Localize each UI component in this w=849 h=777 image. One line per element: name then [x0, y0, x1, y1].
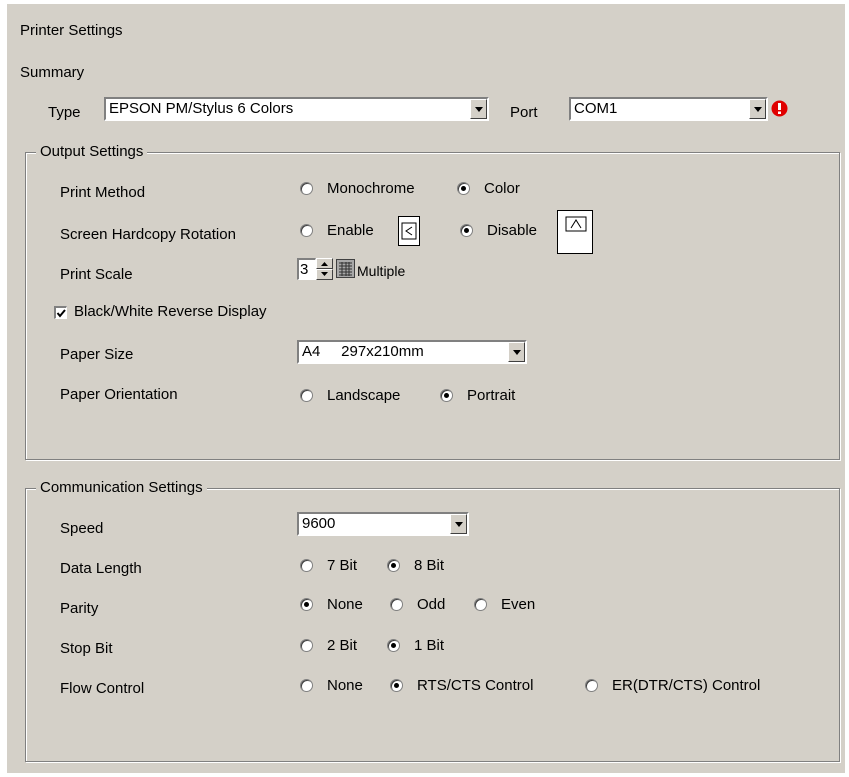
checkmark-icon: [56, 309, 66, 318]
1-bit-label: 1 Bit: [414, 637, 445, 654]
flow-none-label: None: [327, 677, 363, 694]
radio-flow-none[interactable]: [300, 679, 313, 692]
page-title: Printer Settings: [20, 22, 123, 39]
paper-size-dropdown-button[interactable]: [508, 342, 525, 362]
rotation-disable-icon: [557, 210, 593, 254]
port-value: COM1: [574, 100, 618, 117]
radio-parity-none[interactable]: [300, 598, 313, 611]
speed-value: 9600: [302, 515, 336, 532]
parity-none-label: None: [327, 596, 363, 613]
flow-control-label: Flow Control: [60, 680, 145, 697]
type-select[interactable]: EPSON PM/Stylus 6 Colors: [104, 97, 489, 121]
arrow-down-icon: [321, 272, 328, 276]
error-icon: [771, 100, 788, 117]
stepper-down-button[interactable]: [316, 269, 333, 280]
portrait-label: Portrait: [467, 387, 516, 404]
radio-7-bit[interactable]: [300, 559, 313, 572]
radio-parity-odd[interactable]: [390, 598, 403, 611]
communication-settings-title: Communication Settings: [36, 479, 207, 497]
speed-label: Speed: [60, 520, 104, 537]
print-method-label: Print Method: [60, 184, 146, 201]
summary-label: Summary: [20, 64, 85, 81]
stop-bit-label: Stop Bit: [60, 640, 113, 657]
parity-even-label: Even: [501, 596, 536, 613]
rotation-enable-icon: [398, 216, 420, 246]
port-select[interactable]: COM1: [569, 97, 768, 121]
radio-1-bit[interactable]: [387, 639, 400, 652]
paper-size-select[interactable]: A4 297x210mm: [297, 340, 527, 364]
7-bit-label: 7 Bit: [327, 557, 358, 574]
chevron-down-icon: [513, 350, 521, 355]
speed-dropdown-button[interactable]: [450, 514, 467, 534]
color-label: Color: [484, 180, 520, 197]
stepper-up-button[interactable]: [316, 258, 333, 269]
multiple-label: Multiple: [357, 263, 406, 279]
radio-8-bit[interactable]: [387, 559, 400, 572]
radio-rotation-enable[interactable]: [300, 224, 313, 237]
output-settings-title: Output Settings: [36, 143, 148, 161]
8-bit-label: 8 Bit: [414, 557, 445, 574]
landscape-label: Landscape: [327, 387, 401, 404]
radio-rts-cts[interactable]: [390, 679, 403, 692]
enable-label: Enable: [327, 222, 374, 239]
type-dropdown-button[interactable]: [470, 99, 487, 119]
radio-color[interactable]: [457, 182, 470, 195]
rts-cts-label: RTS/CTS Control: [417, 677, 534, 694]
radio-er-dtr-cts[interactable]: [585, 679, 598, 692]
port-label: Port: [510, 104, 538, 121]
parity-label: Parity: [60, 600, 99, 617]
radio-monochrome[interactable]: [300, 182, 313, 195]
radio-2-bit[interactable]: [300, 639, 313, 652]
er-dtr-cts-label: ER(DTR/CTS) Control: [612, 677, 761, 694]
2-bit-label: 2 Bit: [327, 637, 358, 654]
radio-parity-even[interactable]: [474, 598, 487, 611]
disable-label: Disable: [487, 222, 538, 239]
print-scale-value: 3: [300, 261, 309, 278]
paper-size-label: Paper Size: [60, 346, 134, 363]
print-scale-stepper[interactable]: [316, 258, 333, 280]
port-dropdown-button[interactable]: [749, 99, 766, 119]
arrow-up-icon: [321, 262, 328, 266]
type-label: Type: [48, 104, 81, 121]
radio-portrait[interactable]: [440, 389, 453, 402]
print-scale-label: Print Scale: [60, 266, 133, 283]
keypad-icon[interactable]: [336, 259, 355, 278]
data-length-label: Data Length: [60, 560, 142, 577]
paper-size-value: A4 297x210mm: [302, 343, 424, 360]
parity-odd-label: Odd: [417, 596, 446, 613]
printer-settings-panel: Printer Settings Summary Type EPSON PM/S…: [7, 4, 845, 773]
radio-rotation-disable[interactable]: [460, 224, 473, 237]
bw-reverse-checkbox[interactable]: [54, 306, 67, 319]
type-value: EPSON PM/Stylus 6 Colors: [109, 100, 294, 117]
bw-reverse-label: Black/White Reverse Display: [74, 303, 267, 320]
paper-orientation-label: Paper Orientation: [60, 386, 178, 403]
chevron-down-icon: [475, 107, 483, 112]
radio-landscape[interactable]: [300, 389, 313, 402]
print-scale-input[interactable]: 3: [297, 258, 316, 280]
rotation-label: Screen Hardcopy Rotation: [60, 226, 236, 243]
monochrome-label: Monochrome: [327, 180, 415, 197]
chevron-down-icon: [754, 107, 762, 112]
chevron-down-icon: [455, 522, 463, 527]
speed-select[interactable]: 9600: [297, 512, 469, 536]
